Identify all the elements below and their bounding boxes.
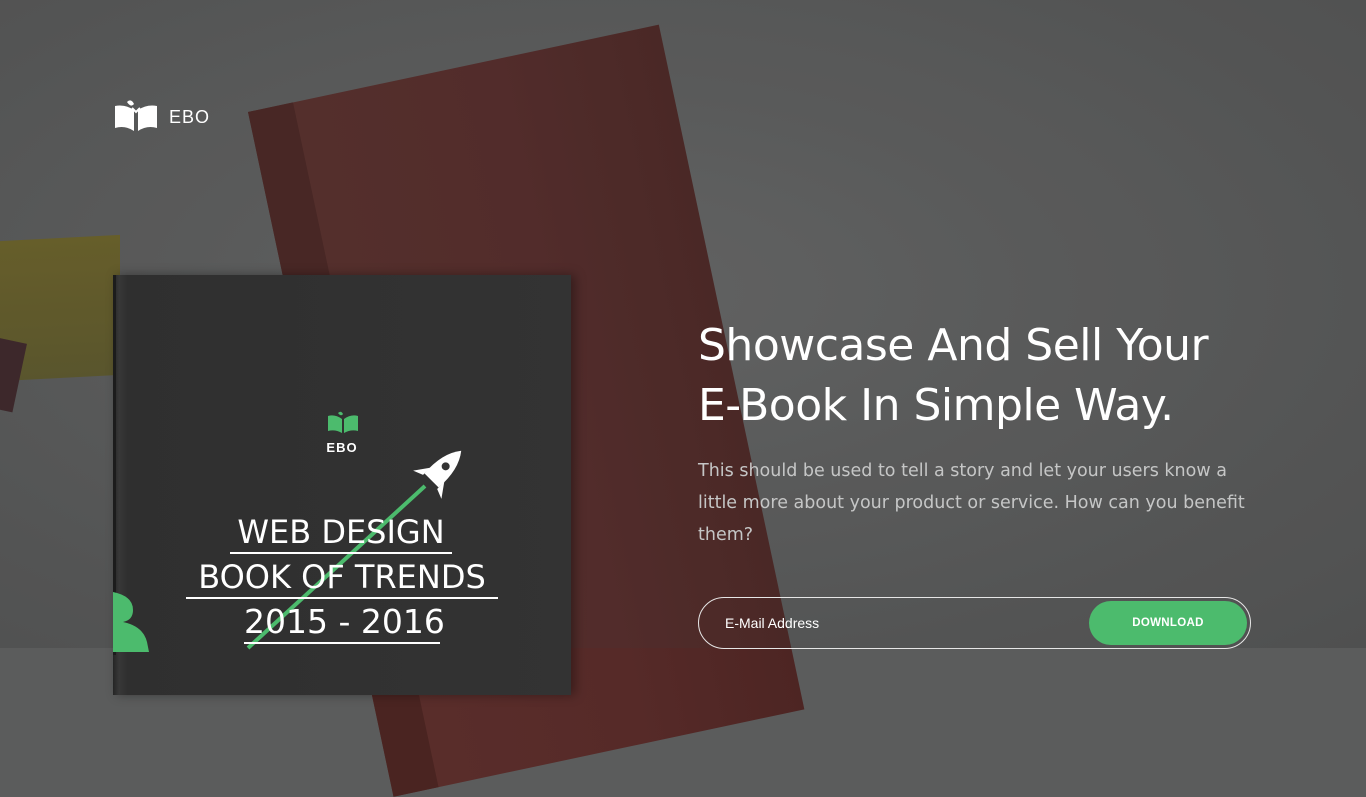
email-input[interactable] bbox=[725, 611, 1055, 635]
hero-title-line-2: E-Book In Simple Way. bbox=[698, 380, 1174, 431]
email-signup-form: DOWNLOAD bbox=[698, 597, 1251, 649]
hero-title-line-1: Showcase And Sell Your bbox=[698, 320, 1209, 371]
hero-title: Showcase And Sell Your E-Book In Simple … bbox=[698, 316, 1318, 436]
brand-name: EBO bbox=[169, 106, 211, 127]
header-logo[interactable]: EBO bbox=[113, 98, 210, 136]
cover-green-shape bbox=[113, 592, 149, 652]
download-button[interactable]: DOWNLOAD bbox=[1089, 601, 1247, 645]
cover-years: 2015 - 2016 bbox=[244, 602, 445, 644]
cover-book-icon bbox=[328, 411, 358, 433]
cover-title-line-1: WEB DESIGN bbox=[230, 512, 452, 554]
open-book-icon bbox=[115, 100, 157, 131]
cover-title-line-2: BOOK OF TRENDS bbox=[186, 557, 498, 599]
hero-description: This should be used to tell a story and … bbox=[698, 461, 1245, 545]
